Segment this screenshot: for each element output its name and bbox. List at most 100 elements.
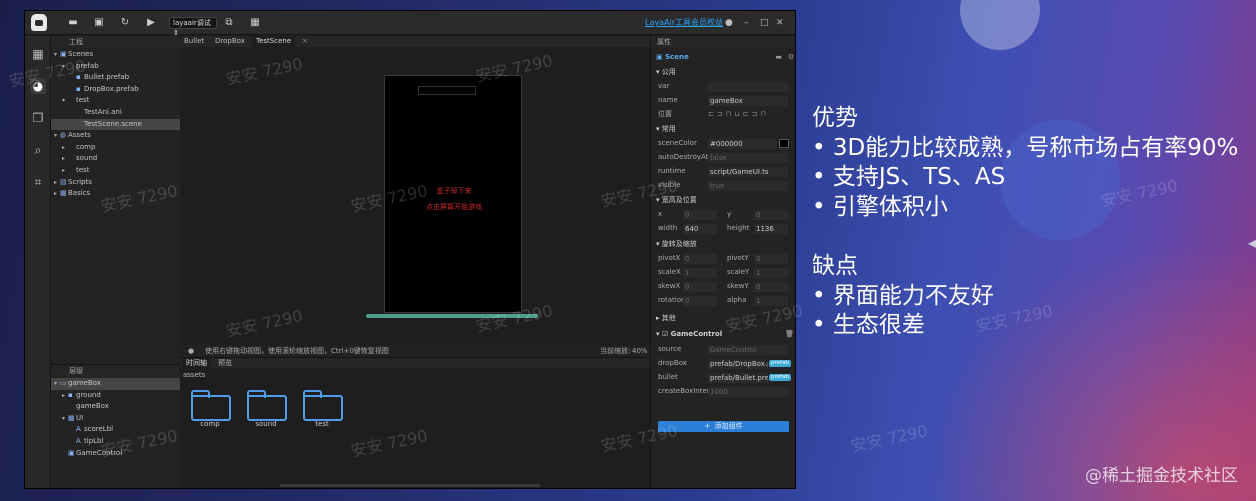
node-icon: ▪ <box>68 390 73 399</box>
var-field[interactable] <box>708 81 788 92</box>
chevron-down-icon: ▾ <box>656 330 660 338</box>
project-view-icon[interactable]: ▦ <box>30 46 46 62</box>
run-target-select[interactable]: layaair调试 ⇕ <box>169 17 217 37</box>
x-field[interactable]: 0 <box>683 209 717 220</box>
prop-dropbox: dropBox prefab/DropBox.pr prefab <box>651 357 795 370</box>
folder-test[interactable]: test <box>303 390 343 428</box>
color-swatch[interactable] <box>779 139 789 148</box>
folder-comp[interactable]: comp <box>191 390 231 428</box>
prop-rotation: rotation 0 alpha 1 <box>651 294 795 307</box>
alpha-field[interactable]: 1 <box>754 295 788 306</box>
skewx-field[interactable]: 0 <box>683 281 717 292</box>
bullet-field[interactable]: prefab/Bullet.prefa <box>708 372 768 383</box>
autodestroy-select[interactable]: false <box>708 152 788 163</box>
ide-window: ▬ ▣ ↻ ▶ layaair调试 ⇕ ⧉ ▦ LayaAir工具会员权益 ● … <box>24 10 796 489</box>
advantage-item: • 支持JS、TS、AS <box>812 164 1006 190</box>
skewy-field[interactable]: 0 <box>754 281 788 292</box>
pivoty-field[interactable]: 0 <box>754 253 788 264</box>
prop-label: autoDestroyAtC <box>658 153 714 161</box>
add-component-button[interactable]: + 添加组件 <box>658 421 789 432</box>
folder-sound[interactable]: sound <box>247 390 287 428</box>
score-box[interactable] <box>418 86 476 95</box>
section-rotate[interactable]: ▾ 旋转及缩放 <box>651 238 795 251</box>
height-field[interactable]: 1136 <box>754 223 788 234</box>
chevron-right-icon[interactable]: ▸ <box>62 153 68 165</box>
horizontal-scrollbar[interactable] <box>366 314 538 318</box>
maximize-icon[interactable]: □ <box>760 17 769 29</box>
vip-link[interactable]: LayaAir工具会员权益 <box>645 17 723 28</box>
open-folder-icon[interactable]: ▬ <box>67 17 79 29</box>
project-tree-label: sound <box>76 154 98 163</box>
section-other[interactable]: ▸ 其他 <box>651 312 795 325</box>
pivotx-field[interactable]: 0 <box>683 253 717 264</box>
grid-icon[interactable]: ▦ <box>249 17 261 29</box>
prop-source: source GameControl <box>651 343 795 356</box>
chevron-down-icon[interactable]: ▾ <box>62 95 68 107</box>
copy-icon[interactable]: ❐ <box>30 110 46 126</box>
tab-close-icon[interactable]: × <box>298 36 312 47</box>
search-icon[interactable]: ⌕ <box>30 142 46 158</box>
gear-icon[interactable]: ⚙ <box>788 51 794 64</box>
section-component[interactable]: ▾ ☑ GameControl 🗑 <box>651 328 795 341</box>
project-tree-label: TestAni.ani <box>84 108 122 116</box>
prop-scale: scaleX 1 scaleY 1 <box>651 266 795 279</box>
palette-icon[interactable]: ◕ <box>30 78 46 94</box>
user-icon[interactable]: ● <box>725 17 733 29</box>
prop-label: visible <box>658 181 681 189</box>
prop-runtime: runtime script/GameUI.ts <box>651 165 795 178</box>
rotation-field[interactable]: 0 <box>683 295 717 306</box>
runtime-field[interactable]: script/GameUI.ts <box>708 166 788 177</box>
createbox-field[interactable]: 1000 <box>708 386 788 397</box>
prop-label: y <box>727 210 732 218</box>
layaair-logo-icon <box>31 14 47 31</box>
section-common[interactable]: ▾ 公用 <box>651 66 795 79</box>
scaley-field[interactable]: 1 <box>754 267 788 278</box>
refresh-icon[interactable]: ↻ <box>119 17 131 29</box>
chevron-right-icon[interactable]: ▸ <box>62 165 68 177</box>
prop-label: dropBox <box>658 359 687 367</box>
code-icon[interactable]: ⌗ <box>30 174 46 190</box>
delete-icon[interactable]: 🗑 <box>785 328 794 341</box>
checkbox-icon[interactable]: ☑ <box>662 330 668 338</box>
visible-select[interactable]: true <box>708 180 788 191</box>
folder-icon <box>191 390 231 421</box>
advantage-item: • 引擎体积小 <box>812 193 948 220</box>
export-icon[interactable]: ⧉ <box>223 17 235 29</box>
project-tree-label: comp <box>76 142 96 151</box>
scalex-field[interactable]: 1 <box>683 267 717 278</box>
tab-dropbox[interactable]: DropBox <box>211 36 249 47</box>
prop-label: bullet <box>658 373 678 381</box>
chevron-right-icon: ▸ <box>656 314 660 322</box>
save-icon[interactable]: ▣ <box>93 17 105 29</box>
section-size[interactable]: ▾ 宽高及位置 <box>651 194 795 207</box>
minimize-icon[interactable]: – <box>744 17 749 29</box>
scenecolor-field[interactable]: #000000 <box>708 138 776 149</box>
align-icons[interactable]: ⊏⊐⊓⊔⊏⊐⊓ <box>708 108 769 121</box>
scene-view[interactable]: 盒子掉下来 点击屏幕开始游戏 <box>180 47 650 345</box>
chevron-left-icon[interactable]: ◀ <box>1248 236 1256 258</box>
assets-path: assets <box>183 371 206 379</box>
folder-icon[interactable]: ▬ <box>775 51 782 64</box>
name-field[interactable]: gameBox <box>708 95 788 106</box>
folder-icon <box>247 390 287 421</box>
prop-label: x <box>658 210 663 218</box>
prop-position: 位置 ⊏⊐⊓⊔⊏⊐⊓ <box>651 108 795 121</box>
prop-label: pivotX <box>658 254 681 262</box>
width-field[interactable]: 640 <box>683 223 717 234</box>
chip-label: prefab <box>769 359 791 367</box>
play-icon[interactable]: ▶ <box>145 17 157 29</box>
assets-scrollbar[interactable] <box>280 484 540 487</box>
game-canvas[interactable]: 盒子掉下来 点击屏幕开始游戏 <box>384 75 522 313</box>
source-field[interactable]: GameControl <box>708 344 788 355</box>
tab-testscene[interactable]: TestScene <box>252 36 296 47</box>
dropbox-field[interactable]: prefab/DropBox.pr <box>708 358 768 369</box>
y-field[interactable]: 0 <box>754 209 788 220</box>
section-general[interactable]: ▾ 常用 <box>651 123 795 136</box>
prefab-chip[interactable]: prefab <box>769 371 791 384</box>
chevron-down-icon[interactable]: ▾ <box>62 61 68 73</box>
prop-visible: visible true <box>651 179 795 192</box>
close-icon[interactable]: ✕ <box>776 17 784 29</box>
chevron-right-icon[interactable]: ▸ <box>62 142 68 154</box>
tab-bullet[interactable]: Bullet <box>180 36 208 47</box>
prefab-chip[interactable]: prefab <box>769 357 791 370</box>
